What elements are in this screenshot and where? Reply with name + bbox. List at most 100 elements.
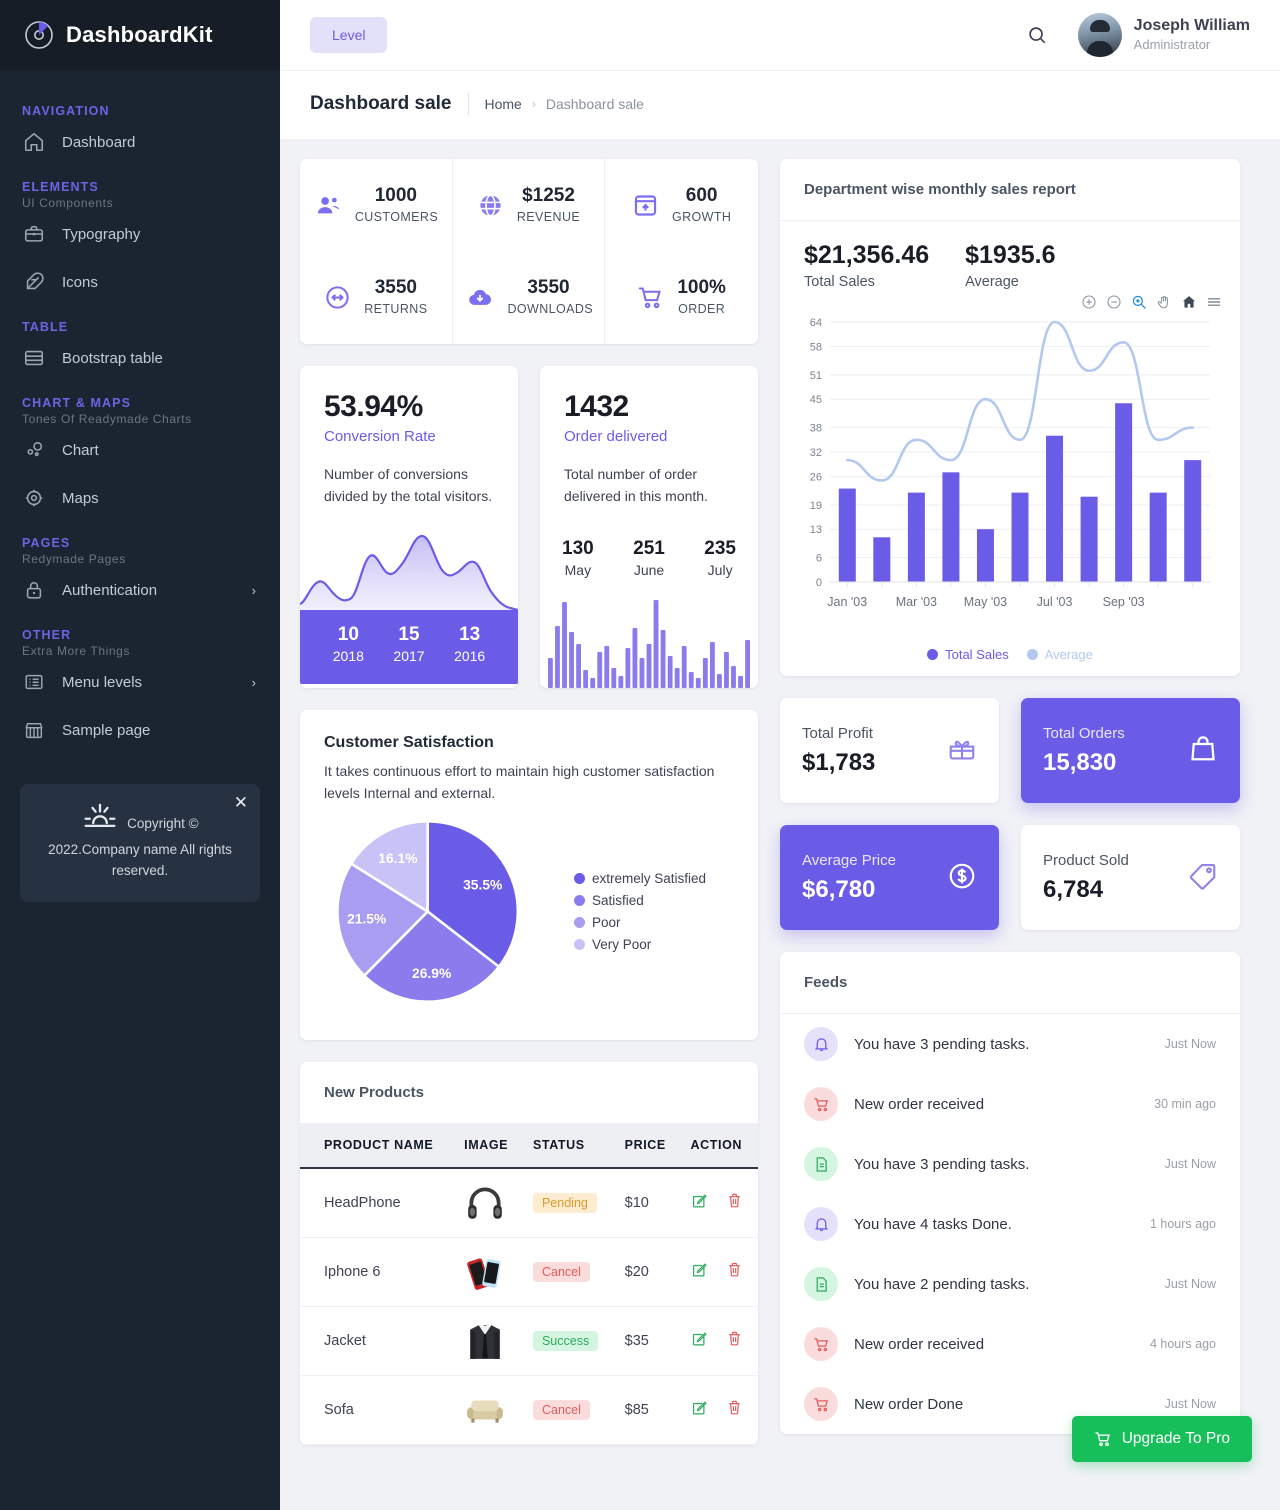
edit-icon[interactable]	[691, 1261, 708, 1278]
feed-time: 1 hours ago	[1149, 1217, 1216, 1231]
edit-icon[interactable]	[691, 1192, 708, 1209]
products-table-body: HeadPhone Pending $10 Iphone 6 Cancel $20 Jack…	[300, 1167, 758, 1444]
delete-icon[interactable]	[726, 1192, 743, 1209]
year: 2018	[332, 647, 364, 664]
selection-zoom-icon[interactable]	[1131, 294, 1147, 310]
cell-status: Cancel	[523, 1237, 615, 1306]
conversion-year-2016: 13 2016	[454, 624, 485, 664]
sales-mixed-chart: 0 6 13 19 26 32 38 45 51 58 64 Jan '03 Mar '03 May '0…	[810, 317, 1210, 609]
cell-price: $85	[624, 1401, 649, 1418]
cart-icon	[1094, 1432, 1110, 1447]
topbar: Level Joseph William Administrator	[280, 0, 1280, 70]
table-row: HeadPhone Pending $10	[300, 1167, 758, 1237]
sidebar-item-maps[interactable]: Maps	[0, 474, 280, 522]
sidebar-item-label: Typography	[62, 225, 141, 243]
sidebar-item-authentication[interactable]: Authentication ›	[0, 566, 280, 614]
feed-item[interactable]: You have 3 pending tasks. Just Now	[780, 1014, 1240, 1074]
products-head: New Products	[300, 1062, 758, 1123]
feed-text: You have 3 pending tasks.	[854, 1155, 1030, 1173]
delete-icon[interactable]	[726, 1330, 743, 1347]
briefcase-icon	[22, 222, 46, 246]
cart-icon	[804, 1087, 838, 1121]
legend-dot-icon	[574, 872, 585, 884]
kpi-text: Average Price $6,780	[802, 852, 896, 904]
home-reset-icon[interactable]	[1181, 294, 1197, 310]
zoom-in-icon[interactable]	[1081, 294, 1097, 310]
stat-value: 600	[685, 185, 718, 206]
feather-icon	[22, 270, 46, 294]
sidebar-item-typography[interactable]: Typography	[0, 210, 280, 258]
legend-item: extremely Satisfied	[574, 871, 706, 886]
order-month-may: 130 May	[562, 538, 594, 578]
delete-icon[interactable]	[726, 1399, 743, 1416]
legend-item-average[interactable]: Average	[1026, 647, 1093, 662]
brand[interactable]: DashboardKit	[0, 0, 280, 70]
kpi-average-price[interactable]: Average Price $6,780	[780, 825, 999, 930]
feed-item[interactable]: You have 4 tasks Done. 1 hours ago	[780, 1194, 1240, 1254]
nav-caption-pages: PAGES Redymade Pages	[0, 522, 280, 566]
order-value: 1432	[564, 389, 629, 423]
user-menu[interactable]: Joseph William Administrator	[1077, 13, 1250, 57]
bell-icon	[804, 1027, 838, 1061]
stats-card: 1000 CUSTOMERS $1252 REVENUE 600 GROWTH …	[300, 159, 758, 344]
order-bar-chart	[540, 596, 758, 688]
legend-item-total-sales[interactable]: Total Sales	[927, 647, 1009, 662]
svg-text:Mar '03: Mar '03	[896, 595, 937, 609]
kpi-value: 6,784	[1043, 875, 1104, 903]
table-row: Jacket Success $35	[300, 1306, 758, 1375]
sidebar-item-menu-levels[interactable]: Menu levels ›	[0, 658, 280, 706]
search-icon[interactable]	[1022, 20, 1052, 50]
chart-toolbar	[780, 294, 1240, 312]
svg-text:19: 19	[810, 500, 822, 512]
breadcrumb-home[interactable]: Home	[485, 96, 522, 112]
cart-icon	[804, 1327, 838, 1361]
col-status: STATUS	[522, 1122, 615, 1168]
feed-item[interactable]: You have 3 pending tasks. Just Now	[780, 1134, 1240, 1194]
chevron-right-icon: ›	[251, 582, 256, 598]
menu-icon[interactable]	[1206, 294, 1222, 310]
sidebar-item-dashboard[interactable]: Dashboard	[0, 118, 280, 166]
dashboard-content: 1000 CUSTOMERS $1252 REVENUE 600 GROWTH …	[280, 139, 1280, 1465]
feed-text: You have 4 tasks Done.	[854, 1215, 1012, 1233]
legend-dot-icon	[574, 916, 585, 928]
edit-icon[interactable]	[691, 1330, 708, 1347]
feed-item[interactable]: New order received 4 hours ago	[780, 1314, 1240, 1374]
sidebar-item-label: Menu levels	[62, 673, 143, 691]
kpi-total-profit[interactable]: Total Profit $1,783	[780, 698, 999, 803]
kpi-grid: Total Profit $1,783 Total Orders 15,830	[780, 698, 1240, 930]
year: 2017	[393, 647, 425, 664]
sidebar-item-sample-page[interactable]: Sample page	[0, 706, 280, 754]
caption-text: PAGES	[22, 536, 71, 550]
stat-text: 3550 RETURNS	[364, 277, 427, 317]
sidebar-item-icons[interactable]: Icons	[0, 258, 280, 306]
delete-icon[interactable]	[726, 1261, 743, 1278]
left-column: 1000 CUSTOMERS $1252 REVENUE 600 GROWTH …	[300, 159, 758, 1445]
sidebar-item-bootstrap-table[interactable]: Bootstrap table	[0, 334, 280, 382]
stat-label: ORDER	[678, 302, 726, 317]
zoom-out-icon[interactable]	[1106, 294, 1122, 310]
sidebar-item-chart[interactable]: Chart	[0, 426, 280, 474]
close-icon[interactable]: ✕	[234, 794, 248, 811]
cell-status: Success	[523, 1306, 615, 1375]
upgrade-to-pro-button[interactable]: Upgrade To Pro	[1071, 1416, 1252, 1462]
cloud-download-icon	[467, 284, 495, 311]
breadcrumb: Home › Dashboard sale	[485, 96, 644, 112]
feed-item[interactable]: You have 2 pending tasks. Just Now	[780, 1254, 1240, 1314]
sales-summary: $21,356.46 Total Sales $1935.6 Average	[780, 221, 1240, 294]
divider	[467, 93, 469, 115]
new-products-card: New Products PRODUCT NAME IMAGE STATUS P…	[300, 1061, 758, 1445]
avatar	[1077, 13, 1122, 57]
kpi-product-sold[interactable]: Product Sold 6,784	[1021, 825, 1240, 930]
stat-returns: 3550 RETURNS	[300, 251, 453, 344]
feed-item[interactable]: New order received 30 min ago	[780, 1074, 1240, 1134]
kpi-total-orders[interactable]: Total Orders 15,830	[1021, 698, 1240, 803]
cart-icon	[637, 284, 665, 311]
pan-icon[interactable]	[1156, 294, 1172, 310]
kpi-text: Product Sold 6,784	[1043, 852, 1129, 904]
kpi-value: $1,783	[802, 748, 876, 776]
feed-time: Just Now	[1164, 1277, 1216, 1291]
svg-text:51: 51	[810, 370, 822, 382]
svg-text:16.1%: 16.1%	[378, 849, 417, 865]
level-badge[interactable]: Level	[310, 17, 388, 53]
edit-icon[interactable]	[691, 1399, 708, 1416]
